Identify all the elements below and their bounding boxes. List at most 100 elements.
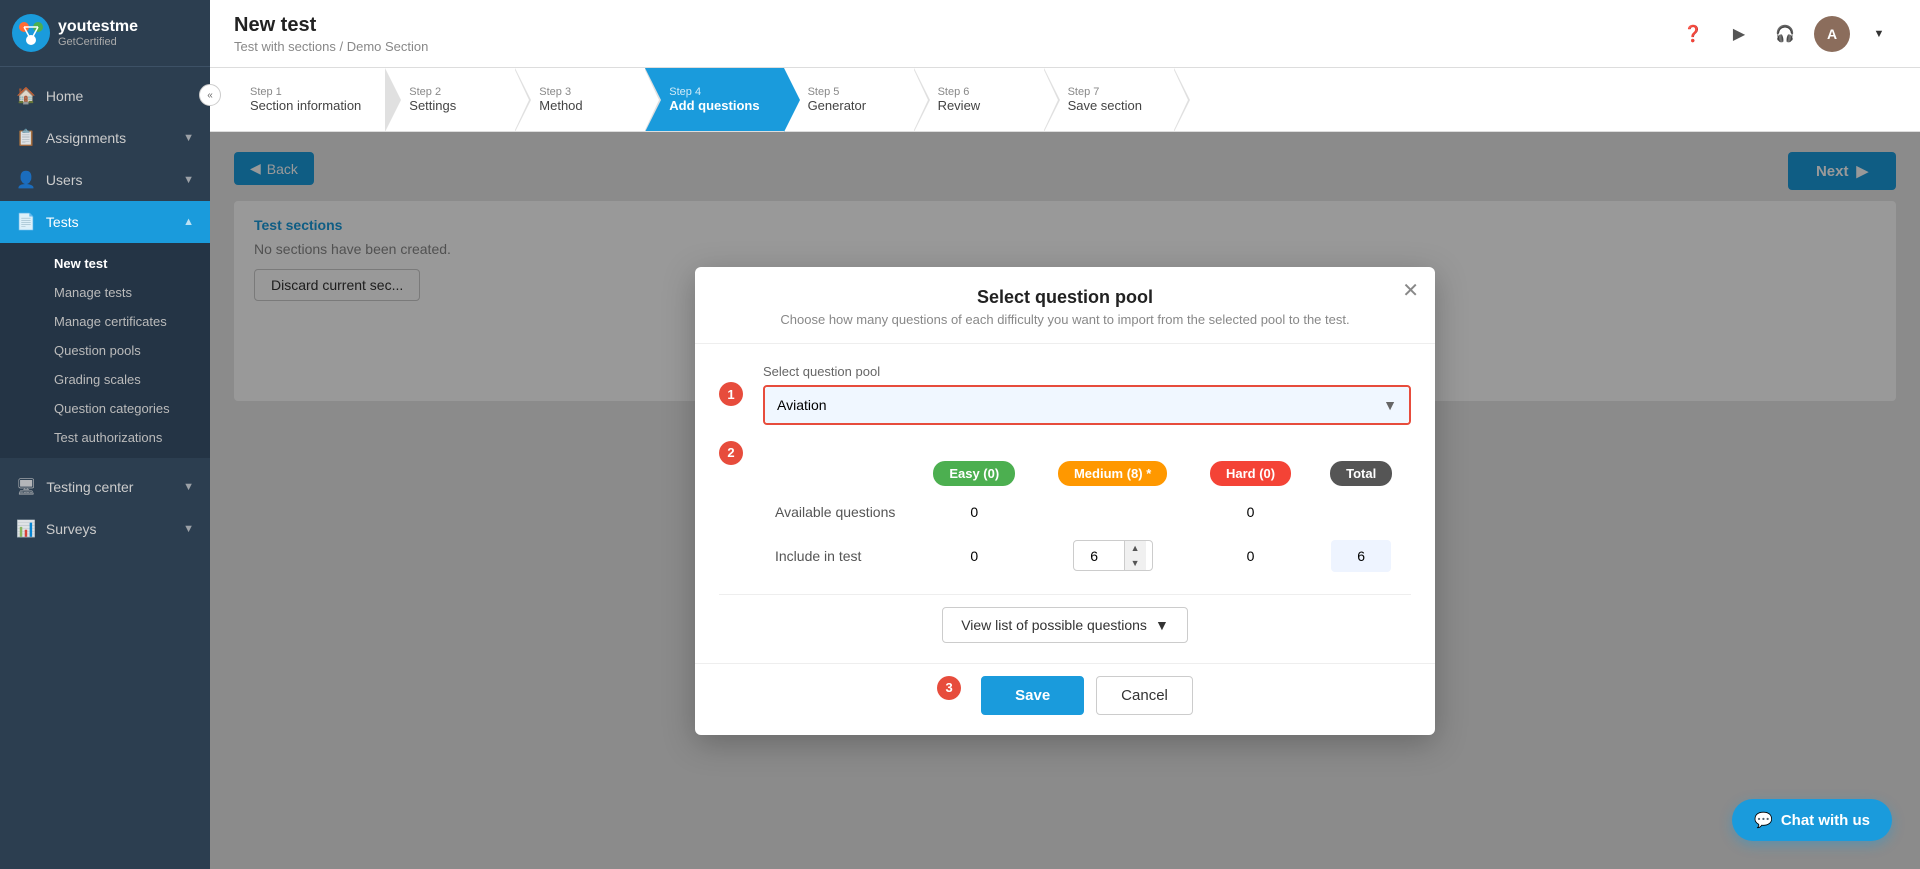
play-icon-button[interactable]: ▶ — [1722, 17, 1756, 51]
step-2-num: Step 2 — [409, 86, 456, 98]
users-icon: 👤 — [16, 170, 36, 190]
view-list-button[interactable]: View list of possible questions ▼ — [942, 607, 1188, 643]
home-icon: 🏠 — [16, 86, 36, 106]
assignments-icon: 📋 — [16, 128, 36, 148]
sidebar-item-new-test[interactable]: New test — [42, 249, 210, 278]
step-5[interactable]: Step 5 Generator — [784, 68, 914, 131]
view-list-label: View list of possible questions — [961, 617, 1147, 633]
step-3-num: Step 3 — [539, 86, 582, 98]
view-list-container: View list of possible questions ▼ — [719, 607, 1411, 643]
total-include-value: 6 — [1331, 540, 1391, 572]
main-content: New test Test with sections / Demo Secti… — [210, 0, 1920, 869]
step-indicator-3: 3 — [937, 676, 961, 700]
sidebar-item-home[interactable]: 🏠 Home — [0, 75, 210, 117]
chevron-down-icon: ▼ — [183, 523, 194, 535]
col-header-total: Total — [1311, 453, 1411, 494]
questions-grid-row: 2 Easy (0) — [719, 441, 1411, 582]
step-indicator-1: 1 — [719, 382, 743, 406]
total-badge: Total — [1330, 461, 1392, 486]
brand-sub: GetCertified — [58, 36, 138, 49]
col-header-medium: Medium (8) * — [1036, 453, 1190, 494]
save-button[interactable]: Save — [981, 676, 1084, 715]
sidebar-collapse-button[interactable]: « — [199, 84, 221, 106]
user-menu-arrow[interactable]: ▼ — [1862, 17, 1896, 51]
medium-include-cell: ▲ ▼ — [1036, 530, 1190, 582]
easy-available-cell: 0 — [913, 494, 1036, 530]
step-indicator-2: 2 — [719, 441, 743, 465]
pool-field-label: Select question pool — [763, 364, 1411, 379]
step-6-num: Step 6 — [938, 86, 981, 98]
breadcrumb: Test with sections / Demo Section — [234, 39, 428, 54]
topbar-actions: ❓ ▶ 🎧 A ▼ — [1676, 16, 1896, 52]
tests-submenu: New test Manage tests Manage certificate… — [0, 243, 210, 458]
sidebar-item-question-pools[interactable]: Question pools — [42, 336, 210, 365]
help-icon-button[interactable]: ❓ — [1676, 17, 1710, 51]
medium-badge: Medium (8) * — [1058, 461, 1167, 486]
sidebar-item-users[interactable]: 👤 Users ▼ — [0, 159, 210, 201]
hard-available-cell: 0 — [1190, 494, 1312, 530]
modal-footer: 3 Save Cancel — [695, 663, 1435, 735]
sidebar-item-manage-tests[interactable]: Manage tests — [42, 278, 210, 307]
modal-title: Select question pool — [719, 287, 1411, 308]
page-title: New test — [234, 14, 428, 37]
headset-icon-button[interactable]: 🎧 — [1768, 17, 1802, 51]
modal-close-button[interactable]: ✕ — [1402, 281, 1419, 301]
easy-include-cell: 0 — [913, 530, 1036, 582]
total-available-cell — [1311, 494, 1411, 530]
hard-badge: Hard (0) — [1210, 461, 1291, 486]
available-label: Available questions — [763, 494, 913, 530]
pool-select[interactable]: Aviation Science History Geography — [765, 387, 1409, 423]
surveys-icon: 📊 — [16, 519, 36, 539]
tests-icon: 📄 — [16, 212, 36, 232]
cancel-button[interactable]: Cancel — [1096, 676, 1193, 715]
avatar[interactable]: A — [1814, 16, 1850, 52]
spinner-down-button[interactable]: ▼ — [1124, 556, 1146, 571]
step-6[interactable]: Step 6 Review — [914, 68, 1044, 131]
sidebar: youtestme GetCertified 🏠 Home 📋 Assignme… — [0, 0, 210, 869]
sidebar-item-grading-scales[interactable]: Grading scales — [42, 365, 210, 394]
step-3-name: Method — [539, 98, 582, 113]
select-question-pool-modal: Select question pool Choose how many que… — [695, 267, 1435, 735]
topbar: New test Test with sections / Demo Secti… — [210, 0, 1920, 68]
chat-icon: 💬 — [1754, 811, 1773, 829]
sidebar-item-testing-center[interactable]: 🖥 Testing center ▼ — [0, 466, 210, 508]
logo-icon — [12, 14, 50, 52]
step-4[interactable]: Step 4 Add questions — [645, 68, 783, 131]
chevron-up-icon: ▲ — [183, 216, 194, 228]
step-2[interactable]: Step 2 Settings — [385, 68, 515, 131]
medium-include-input[interactable] — [1080, 542, 1124, 570]
step-7[interactable]: Step 7 Save section — [1044, 68, 1174, 131]
sidebar-item-label: Users — [46, 172, 183, 188]
chevron-down-icon: ▼ — [183, 481, 194, 493]
sidebar-item-question-categories[interactable]: Question categories — [42, 394, 210, 423]
hard-include-cell: 0 — [1190, 530, 1312, 582]
chat-button[interactable]: 💬 Chat with us — [1732, 799, 1892, 841]
modal-body: 1 Select question pool Aviation Science … — [695, 344, 1435, 663]
pool-select-row: 1 Select question pool Aviation Science … — [719, 364, 1411, 425]
include-row: Include in test 0 ▲ ▼ — [763, 530, 1411, 582]
modal-overlay: Select question pool Choose how many que… — [210, 132, 1920, 869]
medium-spinner[interactable]: ▲ ▼ — [1073, 540, 1153, 572]
sidebar-item-tests[interactable]: 📄 Tests ▲ — [0, 201, 210, 243]
step-1[interactable]: Step 1 Section information — [234, 68, 385, 131]
chevron-down-icon: ▼ — [183, 174, 194, 186]
easy-badge: Easy (0) — [933, 461, 1015, 486]
step-6-name: Review — [938, 98, 981, 113]
spinner-up-button[interactable]: ▲ — [1124, 541, 1146, 556]
step-3[interactable]: Step 3 Method — [515, 68, 645, 131]
step-2-name: Settings — [409, 98, 456, 113]
modal-header: Select question pool Choose how many que… — [695, 267, 1435, 344]
logo-text: youtestme GetCertified — [58, 17, 138, 49]
sidebar-item-test-authorizations[interactable]: Test authorizations — [42, 423, 210, 452]
include-label: Include in test — [763, 530, 913, 582]
sidebar-item-label: Tests — [46, 214, 183, 230]
sidebar-item-label: Assignments — [46, 130, 183, 146]
questions-table: Easy (0) Medium (8) * Hard (0) — [763, 453, 1411, 582]
total-include-cell: 6 — [1311, 530, 1411, 582]
sidebar-item-assignments[interactable]: 📋 Assignments ▼ — [0, 117, 210, 159]
steps-bar: Step 1 Section information Step 2 Settin… — [210, 68, 1920, 132]
sidebar-item-manage-certificates[interactable]: Manage certificates — [42, 307, 210, 336]
sidebar-item-surveys[interactable]: 📊 Surveys ▼ — [0, 508, 210, 550]
sidebar-item-label: Surveys — [46, 521, 183, 537]
step-5-name: Generator — [808, 98, 867, 113]
